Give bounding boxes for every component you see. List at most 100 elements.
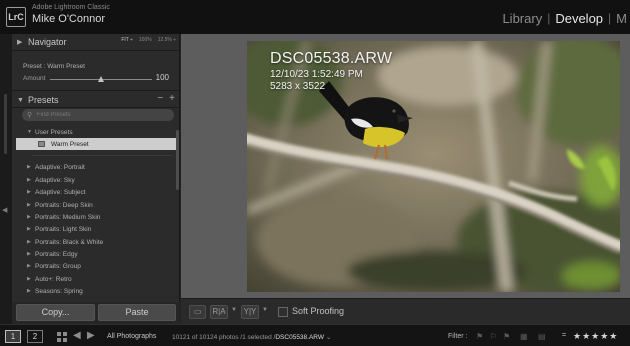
active-preset-label: Preset : Warm Preset: [23, 63, 85, 70]
triangle-right-icon[interactable]: ▶: [27, 239, 35, 245]
triangle-right-icon[interactable]: ▶: [27, 276, 35, 282]
presets-search-input[interactable]: [37, 110, 167, 120]
primary-display-button[interactable]: 1: [5, 330, 21, 343]
preset-group-seasons-spring[interactable]: ▶ Seasons: Spring: [12, 285, 180, 297]
preset-group-portraits-black-white[interactable]: ▶ Portraits: Black & White: [12, 236, 180, 248]
preset-group-adaptive-sky[interactable]: ▶ Adaptive: Sky: [12, 174, 180, 186]
filmstrip-source[interactable]: All Photographs: [107, 333, 156, 340]
filmstrip-status[interactable]: 10121 of 10124 photos /1 selected /DSC05…: [172, 333, 331, 341]
lightroom-window: LrC Adobe Lightroom Classic Mike O'Conno…: [0, 0, 630, 346]
loupe-view-icon[interactable]: ▭: [189, 305, 206, 319]
divider: [12, 90, 180, 91]
preset-group-adaptive-portrait[interactable]: ▶ Adaptive: Portrait: [12, 161, 180, 173]
triangle-down-icon[interactable]: ▼: [17, 97, 25, 104]
preset-group-portraits-deep-skin[interactable]: ▶ Portraits: Deep Skin: [12, 199, 180, 211]
preset-group-portraits-light-skin[interactable]: ▶ Portraits: Light Skin: [12, 223, 180, 235]
module-library[interactable]: Library: [499, 11, 545, 26]
secondary-display-button[interactable]: 2: [27, 330, 43, 343]
preset-group-label: Portraits: Black & White: [35, 238, 104, 246]
grid-icon[interactable]: [57, 332, 67, 342]
photo-dimensions: 5283 x 3522: [270, 81, 326, 92]
presets-search-box[interactable]: ⚲: [22, 109, 174, 121]
reference-view-button[interactable]: R|A: [210, 305, 228, 319]
presets-title: Presets: [28, 95, 59, 105]
app-name: Adobe Lightroom Classic: [32, 4, 110, 11]
triangle-right-icon[interactable]: ▶: [27, 226, 35, 232]
preset-group-label: Adaptive: Portrait: [35, 163, 85, 171]
preset-group-label: Adaptive: Sky: [35, 176, 75, 184]
module-picker: Library | Develop | M: [499, 9, 630, 27]
user-name: Mike O'Connor: [32, 13, 106, 25]
chevron-down-icon[interactable]: ▼: [231, 307, 237, 313]
navigator-header[interactable]: ▶ Navigator FIT ÷ 100% 12.5% ÷: [12, 34, 180, 50]
flag-filter-icon[interactable]: ⚑: [503, 332, 510, 341]
edit-status-filter-icon[interactable]: ▤: [538, 332, 546, 341]
soft-proofing-checkbox[interactable]: [278, 307, 288, 317]
preset-group-portraits-group[interactable]: ▶ Portraits: Group: [12, 260, 180, 272]
divider: [12, 107, 180, 108]
preset-group-label: Portraits: Medium Skin: [35, 213, 101, 221]
triangle-right-icon[interactable]: ▶: [17, 38, 25, 46]
star-rating-filter[interactable]: ★★★★★: [573, 331, 618, 342]
preset-group-label: Portraits: Deep Skin: [35, 201, 93, 209]
photo[interactable]: DSC05538.ARW 12/10/23 1:52:49 PM 5283 x …: [247, 41, 620, 292]
divider: [12, 50, 180, 51]
preset-item-warm-preset[interactable]: Warm Preset: [16, 138, 177, 150]
remove-preset-button[interactable]: −: [157, 93, 163, 104]
module-separator: |: [608, 11, 612, 25]
flag-filter-icon[interactable]: ⚐: [490, 332, 497, 341]
preset-group-user-presets[interactable]: ▼ User Presets: [12, 126, 180, 138]
paste-button[interactable]: Paste: [98, 304, 176, 321]
rating-operator[interactable]: =: [562, 332, 566, 339]
amount-value[interactable]: 100: [156, 73, 169, 82]
copy-button[interactable]: Copy...: [16, 304, 95, 321]
divider: [32, 155, 172, 156]
triangle-right-icon[interactable]: ▶: [27, 189, 35, 195]
arrow-left-icon[interactable]: ◀: [73, 330, 81, 341]
triangle-right-icon[interactable]: ▶: [27, 263, 35, 269]
triangle-right-icon[interactable]: ▶: [27, 214, 35, 220]
navigator-zoom-options: FIT ÷ 100% 12.5% ÷: [121, 37, 176, 43]
left-edge-strip: ◀: [0, 34, 12, 324]
collapse-left-panel-icon[interactable]: ◀: [2, 206, 7, 214]
presets-scrollbar[interactable]: [176, 128, 179, 318]
triangle-down-icon[interactable]: ▼: [27, 129, 35, 135]
module-develop[interactable]: Develop: [552, 11, 606, 26]
zoom-125[interactable]: 12.5% ÷: [158, 37, 176, 43]
triangle-right-icon[interactable]: ▶: [27, 251, 35, 257]
before-after-button[interactable]: Y|Y: [241, 305, 259, 319]
triangle-right-icon[interactable]: ▶: [27, 202, 35, 208]
preset-group-adaptive-subject[interactable]: ▶ Adaptive: Subject: [12, 186, 180, 198]
triangle-right-icon[interactable]: ▶: [27, 177, 35, 183]
triangle-right-icon[interactable]: ▶: [27, 288, 35, 294]
scroll-thumb[interactable]: [176, 130, 179, 190]
triangle-right-icon[interactable]: ▶: [27, 164, 35, 170]
preset-group-portraits-medium-skin[interactable]: ▶ Portraits: Medium Skin: [12, 211, 180, 223]
presets-header[interactable]: ▼ Presets − +: [12, 92, 180, 108]
add-preset-button[interactable]: +: [169, 93, 175, 104]
preset-group-label: Portraits: Light Skin: [35, 225, 92, 233]
preset-group-auto-retro[interactable]: ▶ Auto+: Retro: [12, 273, 180, 285]
module-map[interactable]: M: [613, 11, 630, 26]
chevron-down-icon[interactable]: ▼: [262, 307, 268, 313]
photo-info-overlay: DSC05538.ARW 12/10/23 1:52:49 PM 5283 x …: [270, 50, 392, 92]
filter-label: Filter :: [448, 333, 468, 340]
amount-slider-thumb[interactable]: [98, 76, 104, 82]
filmstrip-count: 10121 of 10124 photos /1 selected /: [172, 334, 276, 341]
color-label-filter-icon[interactable]: ▦: [520, 332, 528, 341]
presets-controls: − +: [157, 93, 175, 104]
zoom-100[interactable]: 100%: [139, 37, 152, 43]
flag-filter-icon[interactable]: ⚑: [476, 332, 483, 341]
identity-bar: LrC Adobe Lightroom Classic Mike O'Conno…: [0, 0, 630, 34]
amount-slider[interactable]: [50, 76, 152, 82]
develop-canvas[interactable]: DSC05538.ARW 12/10/23 1:52:49 PM 5283 x …: [181, 34, 630, 298]
chevron-down-icon[interactable]: ⌄: [326, 334, 331, 341]
zoom-fit[interactable]: FIT ÷: [121, 37, 133, 43]
edge-handle[interactable]: [4, 94, 7, 154]
develop-toolbar: ▭ R|A ▼ Y|Y ▼ Soft Proofing: [181, 298, 630, 324]
filmstrip-filename: DSC05538.ARW: [275, 334, 325, 341]
preset-group-label: User Presets: [35, 128, 73, 136]
arrow-right-icon[interactable]: ▶: [87, 330, 95, 341]
preset-group-label: Auto+: Retro: [35, 275, 72, 283]
preset-group-portraits-edgy[interactable]: ▶ Portraits: Edgy: [12, 248, 180, 260]
